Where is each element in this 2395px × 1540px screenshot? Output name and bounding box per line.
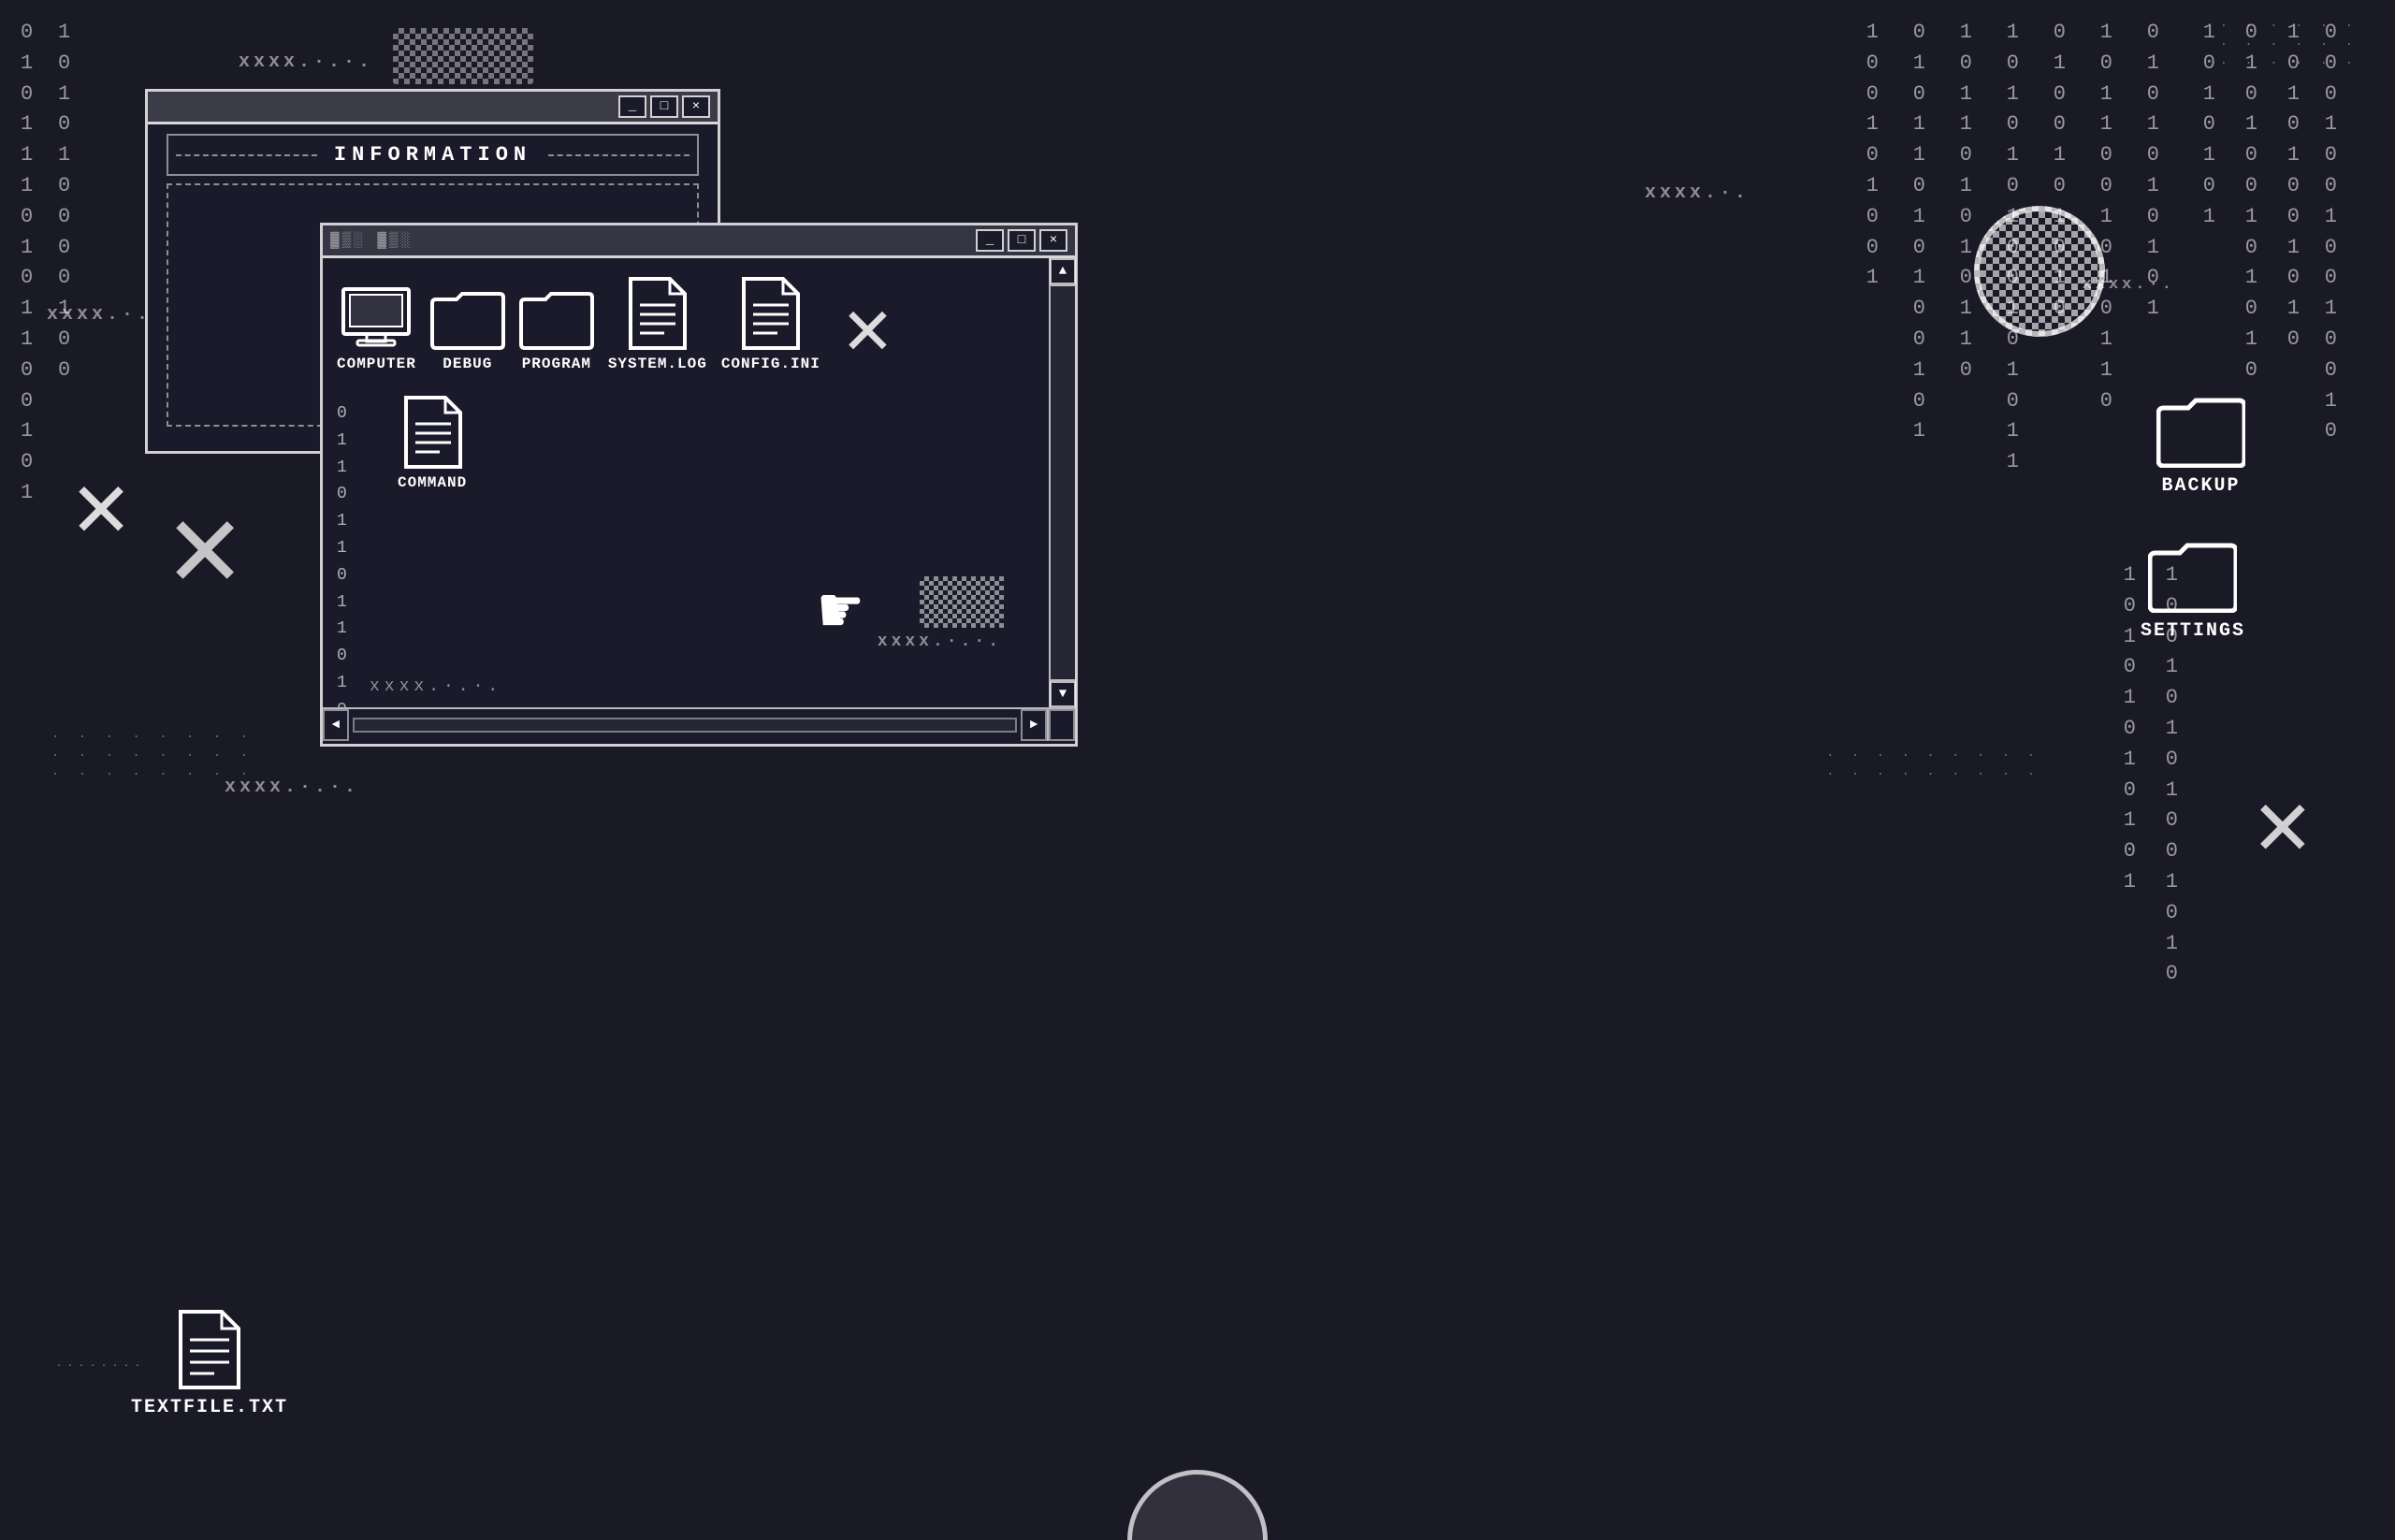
icon-row-2: 01101101101011 COMMAND ☛ [337, 396, 1035, 707]
dot-cluster-4: · · · · · · · · · [1826, 748, 2039, 763]
dot-grid-bl: ·· ·· ·· ·· [56, 1361, 142, 1372]
systemlog-doc-icon [627, 277, 688, 350]
dot-cluster-3: · · · · · · · · [51, 767, 254, 782]
scroll-track-v[interactable] [1051, 284, 1075, 681]
bottom-dots-explorer: xxxx.·.·. [370, 677, 502, 696]
info-close-button[interactable]: × [682, 95, 710, 118]
binary-col-4: 101101010110 [1960, 19, 1974, 385]
scroll-right-arrow[interactable]: ► [1021, 709, 1047, 741]
x-mark-large: ✕ [73, 449, 129, 565]
backup-folder-icon [2156, 393, 2245, 468]
explorer-close-button[interactable]: × [1039, 229, 1067, 252]
explorer-maximize-button[interactable]: □ [1008, 229, 1036, 252]
backup-desktop-icon[interactable]: BACKUP [2156, 393, 2245, 497]
info-title-bar: INFORMATION [167, 134, 699, 176]
scroll-up-arrow[interactable]: ▲ [1050, 258, 1076, 284]
backup-label: BACKUP [2161, 475, 2240, 497]
settings-label: SETTINGS [2141, 620, 2245, 642]
x-mark-in-explorer: ✕ [844, 293, 892, 372]
debug-folder-icon [430, 286, 505, 350]
vertical-scrollbar: ▲ ▼ [1049, 258, 1075, 707]
configini-label: CONFIG.INI [721, 356, 820, 372]
dot-cluster-tr3: · · · · · · [2220, 56, 2358, 71]
binary-col-13: 1010101 [2203, 19, 2217, 232]
binary-col-10: 00010010010010 [2325, 19, 2339, 446]
command-doc-icon [402, 396, 463, 469]
dot-cluster-2: · · · · · · · · [51, 748, 254, 763]
x-mark-small-br: ✕ [2255, 767, 2311, 883]
pixel-pattern-checker: xxxx.·. [2083, 276, 2175, 294]
explorer-titlebar: ▓▒░ ▓▒░ _ □ × [323, 225, 1075, 258]
debug-label: DEBUG [443, 356, 492, 372]
computer-icon [339, 284, 414, 350]
binary-col-2: 101010000100 [58, 19, 72, 385]
configini-doc-icon [740, 277, 801, 350]
debug-icon-item[interactable]: DEBUG [430, 286, 505, 372]
binary-col-5: 01011010100101 [1913, 19, 1927, 446]
program-icon-item[interactable]: PROGRAM [519, 286, 594, 372]
binary-col-7: 1011001010110 [2100, 19, 2114, 415]
computer-label: COMPUTER [337, 356, 416, 372]
configini-icon-item[interactable]: CONFIG.INI [721, 277, 820, 372]
explorer-pixel-pattern: xxxx.·.·. [878, 632, 1002, 651]
explorer-window: ▓▒░ ▓▒░ _ □ × [320, 223, 1078, 747]
command-icon-item[interactable]: COMMAND [398, 396, 467, 491]
checker-block-top [393, 28, 533, 84]
explorer-body: COMPUTER DEBUG PROGRAM [323, 258, 1075, 707]
scroll-down-arrow[interactable]: ▼ [1050, 681, 1076, 707]
settings-folder-icon [2148, 538, 2237, 613]
checker-circle [1974, 206, 2105, 337]
icon-row-1: COMPUTER DEBUG PROGRAM [337, 277, 1035, 372]
explorer-title-pattern: ▓▒░ ▓▒░ [330, 231, 413, 250]
explorer-window-buttons: _ □ × [976, 229, 1067, 252]
x-mark-xlarge: ✕ [168, 472, 241, 623]
info-titlebar: _ □ × [148, 92, 718, 124]
pixel-pattern-3: xxxx.·. [47, 304, 152, 326]
settings-desktop-icon[interactable]: SETTINGS [2141, 538, 2245, 642]
textfile-desktop-icon[interactable]: TEXTFILE.TXT [131, 1310, 288, 1418]
binary-col-15: 10101010101 [2124, 561, 2138, 897]
explorer-statusbar: ◄ ► [323, 707, 1075, 741]
checker-block-explorer [920, 576, 1004, 628]
textfile-label: TEXTFILE.TXT [131, 1397, 288, 1418]
explorer-main: COMPUTER DEBUG PROGRAM [323, 258, 1049, 707]
pixel-pattern-1: xxxx.·.·. [239, 51, 373, 73]
command-label: COMMAND [398, 474, 467, 491]
scroll-corner [1049, 709, 1075, 741]
systemlog-icon-item[interactable]: SYSTEM.LOG [608, 277, 707, 372]
scroll-left-arrow[interactable]: ◄ [323, 709, 349, 741]
computer-icon-item[interactable]: COMPUTER [337, 284, 416, 372]
dot-cluster-5: · · · · · · · · · [1826, 767, 2039, 782]
pixel-pattern-2: xxxx.·. [1645, 182, 1749, 204]
explorer-minimize-button[interactable]: _ [976, 229, 1004, 252]
dot-cluster-tr2: · · · · · · [2220, 37, 2358, 52]
binary-col-9: 100101001 [1866, 19, 1880, 293]
hand-cursor: ☛ [820, 569, 862, 656]
horizontal-scrollbar: ◄ ► [323, 709, 1049, 741]
textfile-doc-icon [177, 1310, 242, 1389]
scroll-track-h[interactable] [353, 718, 1017, 733]
binary-col-1: 0101110101100101 [21, 19, 35, 508]
info-maximize-button[interactable]: □ [650, 95, 678, 118]
info-title-text: INFORMATION [334, 143, 531, 167]
info-minimize-button[interactable]: _ [618, 95, 646, 118]
program-label: PROGRAM [522, 356, 591, 372]
dot-cluster-tr: · · · · · · [2220, 19, 2358, 34]
binary-numbers-col: 01101101101011 [337, 400, 370, 707]
systemlog-label: SYSTEM.LOG [608, 356, 707, 372]
binary-col-12: 010100101010 [2245, 19, 2259, 385]
dot-cluster-1: · · · · · · · · [51, 730, 254, 745]
program-folder-icon [519, 286, 594, 350]
